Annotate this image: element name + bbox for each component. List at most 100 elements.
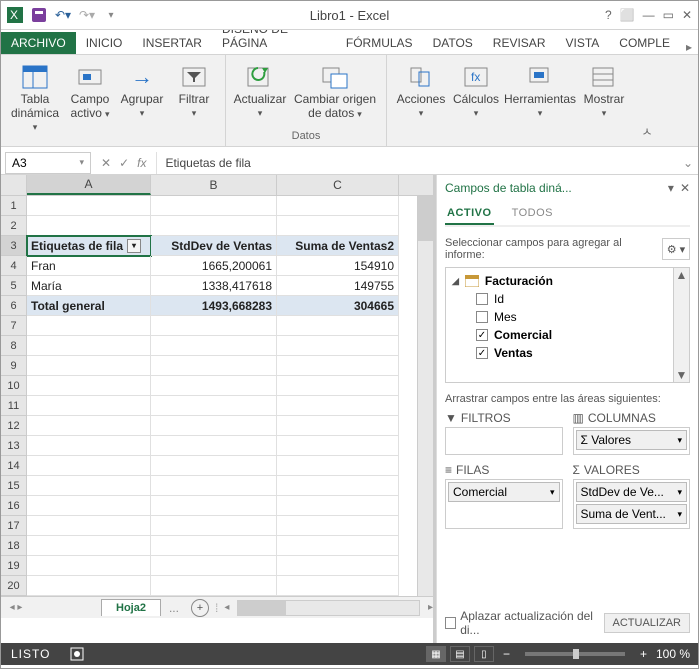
row-header[interactable]: 15 [1,476,27,496]
checkbox-icon[interactable]: ✓ [476,329,488,341]
cell[interactable] [27,496,151,516]
row-header[interactable]: 8 [1,336,27,356]
cell[interactable]: María [27,276,151,296]
row-header[interactable]: 9 [1,356,27,376]
row-header[interactable]: 10 [1,376,27,396]
ribbon-collapse-icon[interactable]: ㅅ [635,55,659,146]
cell[interactable]: Total general [27,296,151,316]
checkbox-icon[interactable] [476,293,488,305]
zoom-out-button[interactable]: − [498,647,515,661]
cell[interactable] [277,496,399,516]
cell[interactable] [151,576,277,596]
cell[interactable] [27,216,151,236]
redo-icon[interactable]: ↷▾ [77,5,97,25]
horizontal-scrollbar[interactable] [237,600,420,616]
cell[interactable] [27,456,151,476]
field-row[interactable]: ✓Ventas [446,344,673,362]
tab-revisar[interactable]: REVISAR [483,32,556,54]
view-page-layout-button[interactable]: ▤ [450,646,470,662]
row-header[interactable]: 3 [1,236,27,256]
field-row[interactable]: Mes [446,308,673,326]
herramientas-button[interactable]: Herramientas▾ [503,59,577,124]
enter-formula-icon[interactable]: ✓ [119,156,129,170]
cell[interactable]: Etiquetas de fila▾ [27,236,151,256]
cell[interactable] [27,576,151,596]
tab-vista[interactable]: VISTA [555,32,609,54]
cell[interactable] [277,416,399,436]
ribbon-display-icon[interactable]: ⬜ [620,8,635,22]
filtrar-button[interactable]: Filtrar▾ [169,59,219,138]
cell[interactable] [277,356,399,376]
values-area[interactable]: StdDev de Ve...▾ Suma de Vent...▾ [573,479,691,529]
cell[interactable]: Suma de Ventas2 [277,236,399,256]
cell[interactable] [151,316,277,336]
row-header[interactable]: 20 [1,576,27,596]
area-item[interactable]: StdDev de Ve...▾ [576,482,688,502]
row-header[interactable]: 14 [1,456,27,476]
field-row[interactable]: Id [446,290,673,308]
cell[interactable] [27,476,151,496]
fields-scrollbar[interactable]: ▲▼ [673,268,689,382]
cambiar-origen-button[interactable]: Cambiar origen de datos ▾ [290,59,380,125]
cell[interactable] [277,216,399,236]
cell[interactable] [277,476,399,496]
row-header[interactable]: 11 [1,396,27,416]
formula-expand-icon[interactable]: ⌄ [678,156,698,170]
cell[interactable] [27,336,151,356]
filters-area[interactable] [445,427,563,455]
vertical-scrollbar[interactable] [417,196,433,596]
cell[interactable]: 304665 [277,296,399,316]
cell[interactable] [277,336,399,356]
taskpane-gear-button[interactable]: ⚙ ▾ [662,238,690,260]
field-table-row[interactable]: ◢ Facturación [446,272,673,290]
row-header[interactable]: 7 [1,316,27,336]
sheet-nav[interactable]: ◂ ▸ [1,602,31,613]
cell[interactable] [277,396,399,416]
cell[interactable] [27,396,151,416]
cell[interactable] [151,456,277,476]
row-header[interactable]: 2 [1,216,27,236]
cell[interactable] [277,456,399,476]
rows-area[interactable]: Comercial▾ [445,479,563,529]
cell[interactable] [277,436,399,456]
macro-record-icon[interactable] [70,647,84,661]
name-box-arrow-icon[interactable]: ▾ [79,157,84,168]
defer-checkbox[interactable]: Aplazar actualización del di... [445,609,604,637]
select-all-corner[interactable] [1,175,27,195]
cell[interactable]: StdDev de Ventas [151,236,277,256]
col-header-b[interactable]: B [151,175,277,195]
area-item[interactable]: Suma de Vent...▾ [576,504,688,524]
row-header[interactable]: 12 [1,416,27,436]
cell[interactable] [277,516,399,536]
row-header[interactable]: 1 [1,196,27,216]
cell[interactable] [151,536,277,556]
actualizar-button[interactable]: Actualizar▾ [232,59,288,125]
cell[interactable] [27,316,151,336]
row-header[interactable]: 18 [1,536,27,556]
minimize-icon[interactable]: — [643,8,655,22]
formula-input[interactable]: Etiquetas de fila [156,152,678,174]
checkbox-icon[interactable]: ✓ [476,347,488,359]
cell[interactable] [277,376,399,396]
row-header[interactable]: 17 [1,516,27,536]
view-page-break-button[interactable]: ▯ [474,646,494,662]
cell[interactable] [151,356,277,376]
view-normal-button[interactable]: ▦ [426,646,446,662]
taskpane-menu-icon[interactable]: ▾ [668,181,674,195]
area-item[interactable]: Comercial▾ [448,482,560,502]
agrupar-button[interactable]: → Agrupar▾ [117,59,167,138]
zoom-in-button[interactable]: + [635,647,652,661]
calculos-button[interactable]: fx Cálculos▾ [451,59,501,124]
cell[interactable] [151,196,277,216]
cell[interactable] [277,316,399,336]
name-box[interactable]: A3 ▾ [5,152,91,174]
hscroll-left-icon[interactable]: ◂ [224,602,231,613]
cell[interactable] [27,556,151,576]
tab-insertar[interactable]: INSERTAR [132,32,212,54]
tab-inicio[interactable]: INICIO [76,32,133,54]
cell[interactable] [27,436,151,456]
undo-icon[interactable]: ↶▾ [53,5,73,25]
help-icon[interactable]: ? [605,8,612,22]
acciones-button[interactable]: Acciones▾ [393,59,449,124]
cell[interactable] [151,416,277,436]
